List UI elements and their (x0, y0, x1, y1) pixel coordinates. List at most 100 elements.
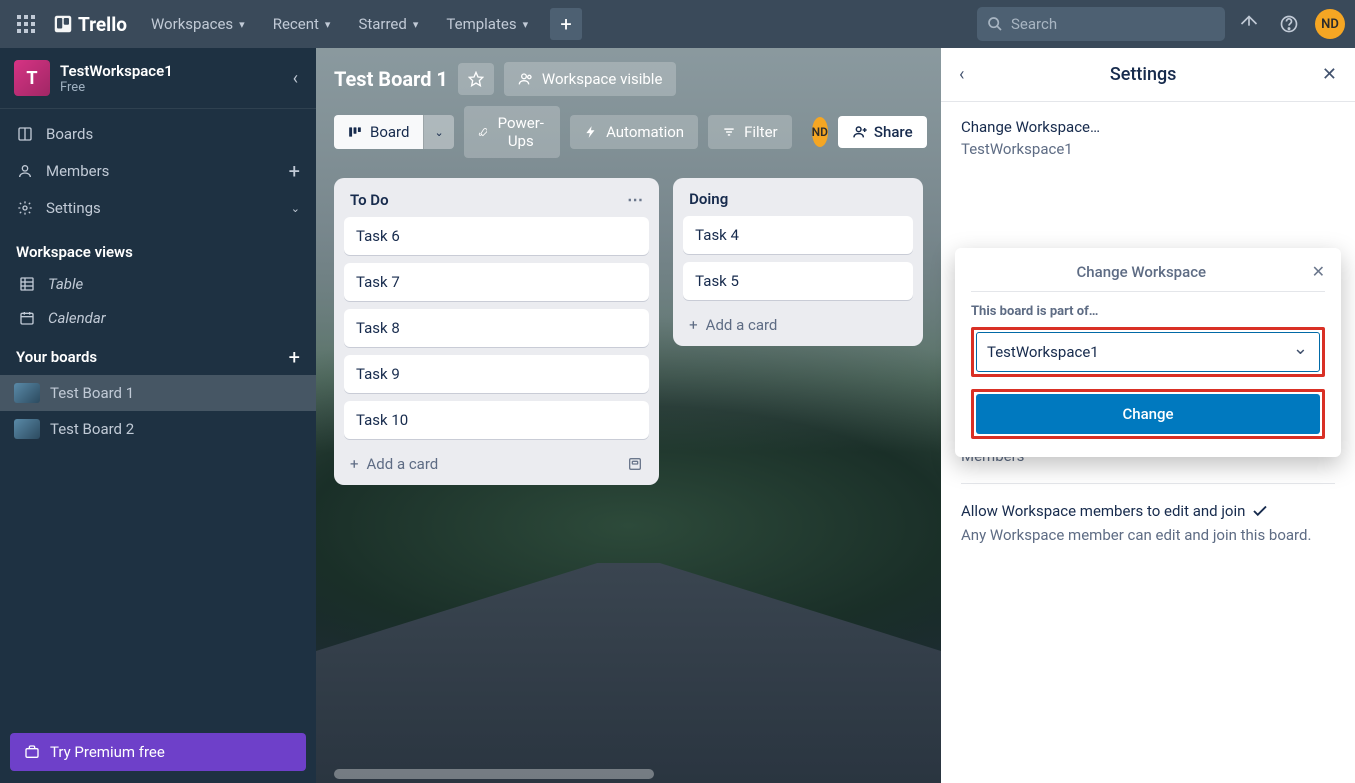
card[interactable]: Task 5 (683, 262, 913, 300)
members-icon (16, 163, 34, 179)
list-title[interactable]: To Do (350, 191, 389, 209)
card[interactable]: Task 4 (683, 216, 913, 254)
collapse-sidebar-button[interactable]: ‹ (289, 64, 302, 93)
trello-logo[interactable]: Trello (46, 13, 135, 36)
nav-workspaces[interactable]: Workspaces▾ (139, 9, 257, 39)
view-dropdown-button[interactable]: ⌄ (423, 115, 453, 149)
change-workspace-value: TestWorkspace1 (961, 140, 1335, 158)
help-icon[interactable] (1273, 8, 1305, 40)
add-card-button[interactable]: +Add a card (344, 447, 649, 475)
lists-container: To Do ⋯ Task 6 Task 7 Task 8 Task 9 Task … (316, 168, 941, 495)
settings-panel: ‹ Settings ✕ Change Workspace… TestWorks… (941, 48, 1355, 783)
change-button[interactable]: Change (976, 394, 1320, 434)
filter-button[interactable]: Filter (708, 115, 792, 149)
workspace-header: T TestWorkspace1 Free ‹ (0, 48, 316, 109)
board-title[interactable]: Test Board 1 (334, 67, 448, 91)
brand-label: Trello (78, 13, 127, 36)
notifications-icon[interactable] (1233, 8, 1265, 40)
chevron-down-icon: ▾ (325, 18, 331, 31)
automation-button[interactable]: Automation (570, 115, 698, 149)
add-board-icon[interactable]: + (289, 345, 300, 369)
workspace-views-heading: Workspace views (0, 233, 316, 267)
your-boards-heading: Your boards + (0, 335, 316, 375)
workspace-select[interactable]: TestWorkspace1 (976, 332, 1320, 372)
search-input[interactable]: Search (977, 7, 1225, 41)
star-board-button[interactable] (458, 63, 494, 95)
sidebar-view-calendar[interactable]: Calendar (0, 301, 316, 335)
chevron-down-icon: ⌄ (291, 202, 300, 215)
view-switcher: Board ⌄ (334, 115, 454, 149)
sidebar-item-members[interactable]: Members + (0, 151, 316, 191)
chevron-down-icon: ▾ (413, 18, 419, 31)
card[interactable]: Task 6 (344, 217, 649, 255)
sidebar-item-boards[interactable]: Boards (0, 117, 316, 151)
card[interactable]: Task 9 (344, 355, 649, 393)
briefcase-icon (24, 744, 40, 760)
popover-title: Change Workspace (971, 263, 1312, 281)
bolt-icon (584, 125, 598, 139)
list-doing: Doing Task 4 Task 5 +Add a card (673, 178, 923, 346)
change-workspace-link[interactable]: Change Workspace… (961, 118, 1335, 136)
board-member-avatar[interactable]: ND (812, 117, 828, 147)
sidebar: T TestWorkspace1 Free ‹ Boards Members +… (0, 48, 316, 783)
highlight-button: Change (971, 389, 1325, 439)
user-avatar[interactable]: ND (1315, 9, 1345, 39)
nav-starred[interactable]: Starred▾ (346, 9, 430, 39)
add-card-button[interactable]: +Add a card (683, 308, 913, 336)
share-button[interactable]: Share (838, 116, 927, 148)
create-button[interactable]: + (550, 8, 582, 40)
search-placeholder: Search (1011, 15, 1057, 33)
gear-icon (16, 200, 34, 216)
search-icon (987, 16, 1003, 32)
workspace-name: TestWorkspace1 (60, 62, 279, 80)
divider (961, 483, 1335, 484)
table-icon (18, 276, 36, 292)
popover-close-button[interactable]: ✕ (1312, 262, 1325, 281)
add-member-icon (852, 124, 868, 140)
board-view-button[interactable]: Board (334, 115, 423, 149)
list-menu-button[interactable]: ⋯ (627, 190, 643, 209)
rocket-icon (478, 125, 488, 139)
horizontal-scrollbar[interactable] (334, 769, 654, 779)
trello-icon (54, 15, 72, 33)
workspace-plan: Free (60, 80, 279, 95)
allow-edit-toggle[interactable]: Allow Workspace members to edit and join (961, 502, 1335, 520)
settings-title: Settings (964, 64, 1322, 85)
card[interactable]: Task 8 (344, 309, 649, 347)
star-icon (468, 71, 484, 87)
add-icon[interactable]: + (289, 159, 300, 183)
sidebar-view-table[interactable]: Table (0, 267, 316, 301)
filter-icon (722, 125, 736, 139)
top-bar: Trello Workspaces▾ Recent▾ Starred▾ Temp… (0, 0, 1355, 48)
visibility-button[interactable]: Workspace visible (504, 62, 677, 96)
list-title[interactable]: Doing (689, 190, 728, 208)
apps-menu-icon[interactable] (10, 8, 42, 40)
chevron-down-icon: ⌄ (434, 126, 443, 139)
nav-recent[interactable]: Recent▾ (261, 9, 343, 39)
board-link-test-board-2[interactable]: Test Board 2 (0, 411, 316, 447)
template-icon[interactable] (627, 456, 643, 472)
nav-templates[interactable]: Templates▾ (434, 9, 540, 39)
sidebar-item-settings[interactable]: Settings ⌄ (0, 191, 316, 225)
workspace-tile: T (14, 60, 50, 96)
plus-icon: + (350, 455, 359, 473)
plus-icon: + (689, 316, 698, 334)
highlight-select: TestWorkspace1 (971, 327, 1325, 377)
check-icon (1251, 502, 1269, 520)
allow-edit-description: Any Workspace member can edit and join t… (961, 526, 1335, 544)
board-thumbnail (14, 419, 40, 439)
popover-label: This board is part of… (971, 304, 1325, 319)
change-workspace-popover: Change Workspace ✕ This board is part of… (955, 248, 1341, 457)
board-view-icon (348, 125, 362, 139)
card[interactable]: Task 7 (344, 263, 649, 301)
board-link-test-board-1[interactable]: Test Board 1 (0, 375, 316, 411)
card[interactable]: Task 10 (344, 401, 649, 439)
board-thumbnail (14, 383, 40, 403)
power-ups-button[interactable]: Power-Ups (464, 106, 560, 158)
people-icon (518, 71, 534, 87)
settings-header: ‹ Settings ✕ (941, 48, 1355, 102)
chevron-down-icon: ▾ (239, 18, 245, 31)
try-premium-button[interactable]: Try Premium free (10, 733, 306, 771)
calendar-icon (18, 310, 36, 326)
close-button[interactable]: ✕ (1322, 64, 1337, 85)
